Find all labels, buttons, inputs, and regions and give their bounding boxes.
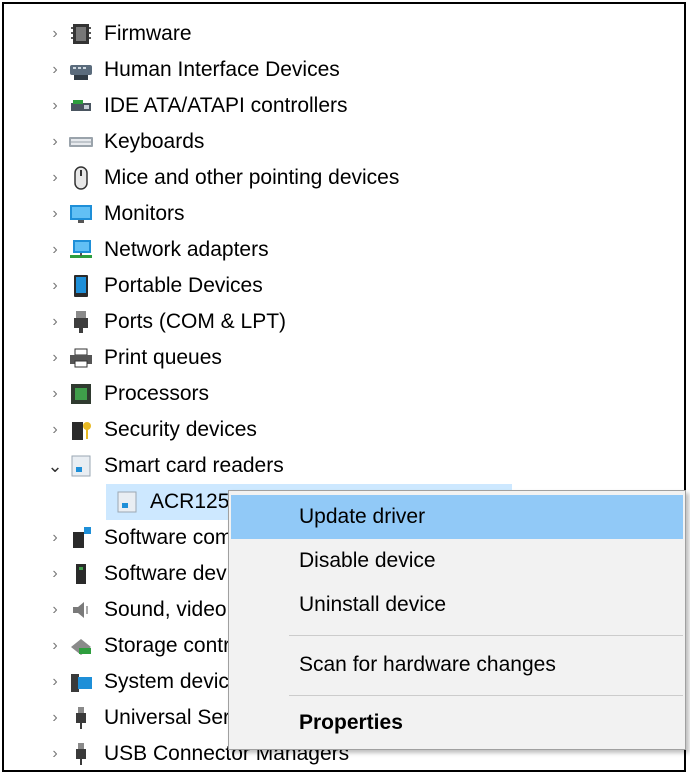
tree-item-label: Processors (104, 382, 210, 405)
menu-item-disable-device[interactable]: Disable device (231, 539, 683, 583)
firmware-icon (66, 19, 96, 49)
tree-item-ide-ata-atapi-controllers[interactable]: › IDE ATA/ATAPI controllers (44, 88, 348, 124)
tree-item-network-adapters[interactable]: › Network adapters (44, 232, 269, 268)
menu-item-update-driver[interactable]: Update driver (231, 495, 683, 539)
chevron-right-icon[interactable]: › (44, 700, 66, 736)
tree-item-label: Keyboards (104, 130, 205, 153)
chevron-right-icon[interactable]: › (44, 304, 66, 340)
tree-item-security-devices[interactable]: › Security devices (44, 412, 257, 448)
chevron-right-icon[interactable]: › (44, 520, 66, 556)
tree-item-label: Portable Devices (104, 274, 263, 297)
chevron-down-icon[interactable]: ⌄ (44, 448, 66, 484)
chevron-right-icon[interactable]: › (44, 88, 66, 124)
tree-item-mice[interactable]: › Mice and other pointing devices (44, 160, 399, 196)
ide-controller-icon (66, 91, 96, 121)
menu-item-properties[interactable]: Properties (231, 701, 683, 745)
tree-item-print-queues[interactable]: › Print queues (44, 340, 222, 376)
tree-item-processors[interactable]: › Processors (44, 376, 209, 412)
chevron-right-icon[interactable]: › (44, 196, 66, 232)
chevron-right-icon[interactable]: › (44, 52, 66, 88)
tree-item-system-devices[interactable]: › System devices (44, 664, 251, 700)
smart-card-reader-icon (66, 451, 96, 481)
chevron-right-icon[interactable]: › (44, 664, 66, 700)
tree-item-ports[interactable]: › Ports (COM & LPT) (44, 304, 286, 340)
tree-item-label: Smart card readers (104, 454, 284, 477)
menu-separator (289, 635, 683, 636)
context-menu: Update driver Disable device Uninstall d… (228, 490, 686, 750)
chevron-right-icon[interactable]: › (44, 16, 66, 52)
tree-item-monitors[interactable]: › Monitors (44, 196, 185, 232)
tree-item-keyboards[interactable]: › Keyboards (44, 124, 204, 160)
speaker-icon (66, 595, 96, 625)
chevron-right-icon[interactable]: › (44, 592, 66, 628)
portable-device-icon (66, 271, 96, 301)
tree-item-label: IDE ATA/ATAPI controllers (104, 94, 348, 117)
processor-icon (66, 379, 96, 409)
tree-item-label: Network adapters (104, 238, 269, 261)
monitor-icon (66, 199, 96, 229)
tree-item-label: Monitors (104, 202, 185, 225)
keyboard-icon (66, 127, 96, 157)
tree-item-label: Firmware (104, 22, 192, 45)
chevron-right-icon[interactable]: › (44, 412, 66, 448)
chevron-right-icon[interactable]: › (44, 124, 66, 160)
chevron-right-icon[interactable]: › (44, 376, 66, 412)
hid-icon (66, 55, 96, 85)
tree-item-firmware[interactable]: › Firmware (44, 16, 192, 52)
usb-icon (66, 739, 96, 769)
chevron-right-icon[interactable]: › (44, 628, 66, 664)
mouse-icon (66, 163, 96, 193)
tree-item-label: Security devices (104, 418, 257, 441)
menu-item-scan-hardware[interactable]: Scan for hardware changes (231, 643, 683, 687)
printer-icon (66, 343, 96, 373)
chevron-right-icon[interactable]: › (44, 268, 66, 304)
tree-item-label: Ports (COM & LPT) (104, 310, 287, 333)
chevron-right-icon[interactable]: › (44, 556, 66, 592)
tree-item-label: Print queues (104, 346, 222, 369)
chevron-right-icon[interactable]: › (44, 160, 66, 196)
storage-controller-icon (66, 631, 96, 661)
security-device-icon (66, 415, 96, 445)
menu-separator (289, 695, 683, 696)
tree-item-label: Mice and other pointing devices (104, 166, 400, 189)
tree-item-label: Human Interface Devices (104, 58, 340, 81)
chevron-right-icon[interactable]: › (44, 232, 66, 268)
system-device-icon (66, 667, 96, 697)
smart-card-reader-icon (112, 487, 142, 517)
menu-item-uninstall-device[interactable]: Uninstall device (231, 583, 683, 627)
tree-item-portable-devices[interactable]: › Portable Devices (44, 268, 263, 304)
software-component-icon (66, 523, 96, 553)
chevron-right-icon[interactable]: › (44, 340, 66, 376)
chevron-right-icon[interactable]: › (44, 736, 66, 770)
network-adapter-icon (66, 235, 96, 265)
tree-item-smart-card-readers[interactable]: ⌄ Smart card readers (44, 448, 284, 484)
port-icon (66, 307, 96, 337)
tree-item-human-interface-devices[interactable]: › Human Interface Devices (44, 52, 340, 88)
software-device-icon (66, 559, 96, 589)
usb-icon (66, 703, 96, 733)
